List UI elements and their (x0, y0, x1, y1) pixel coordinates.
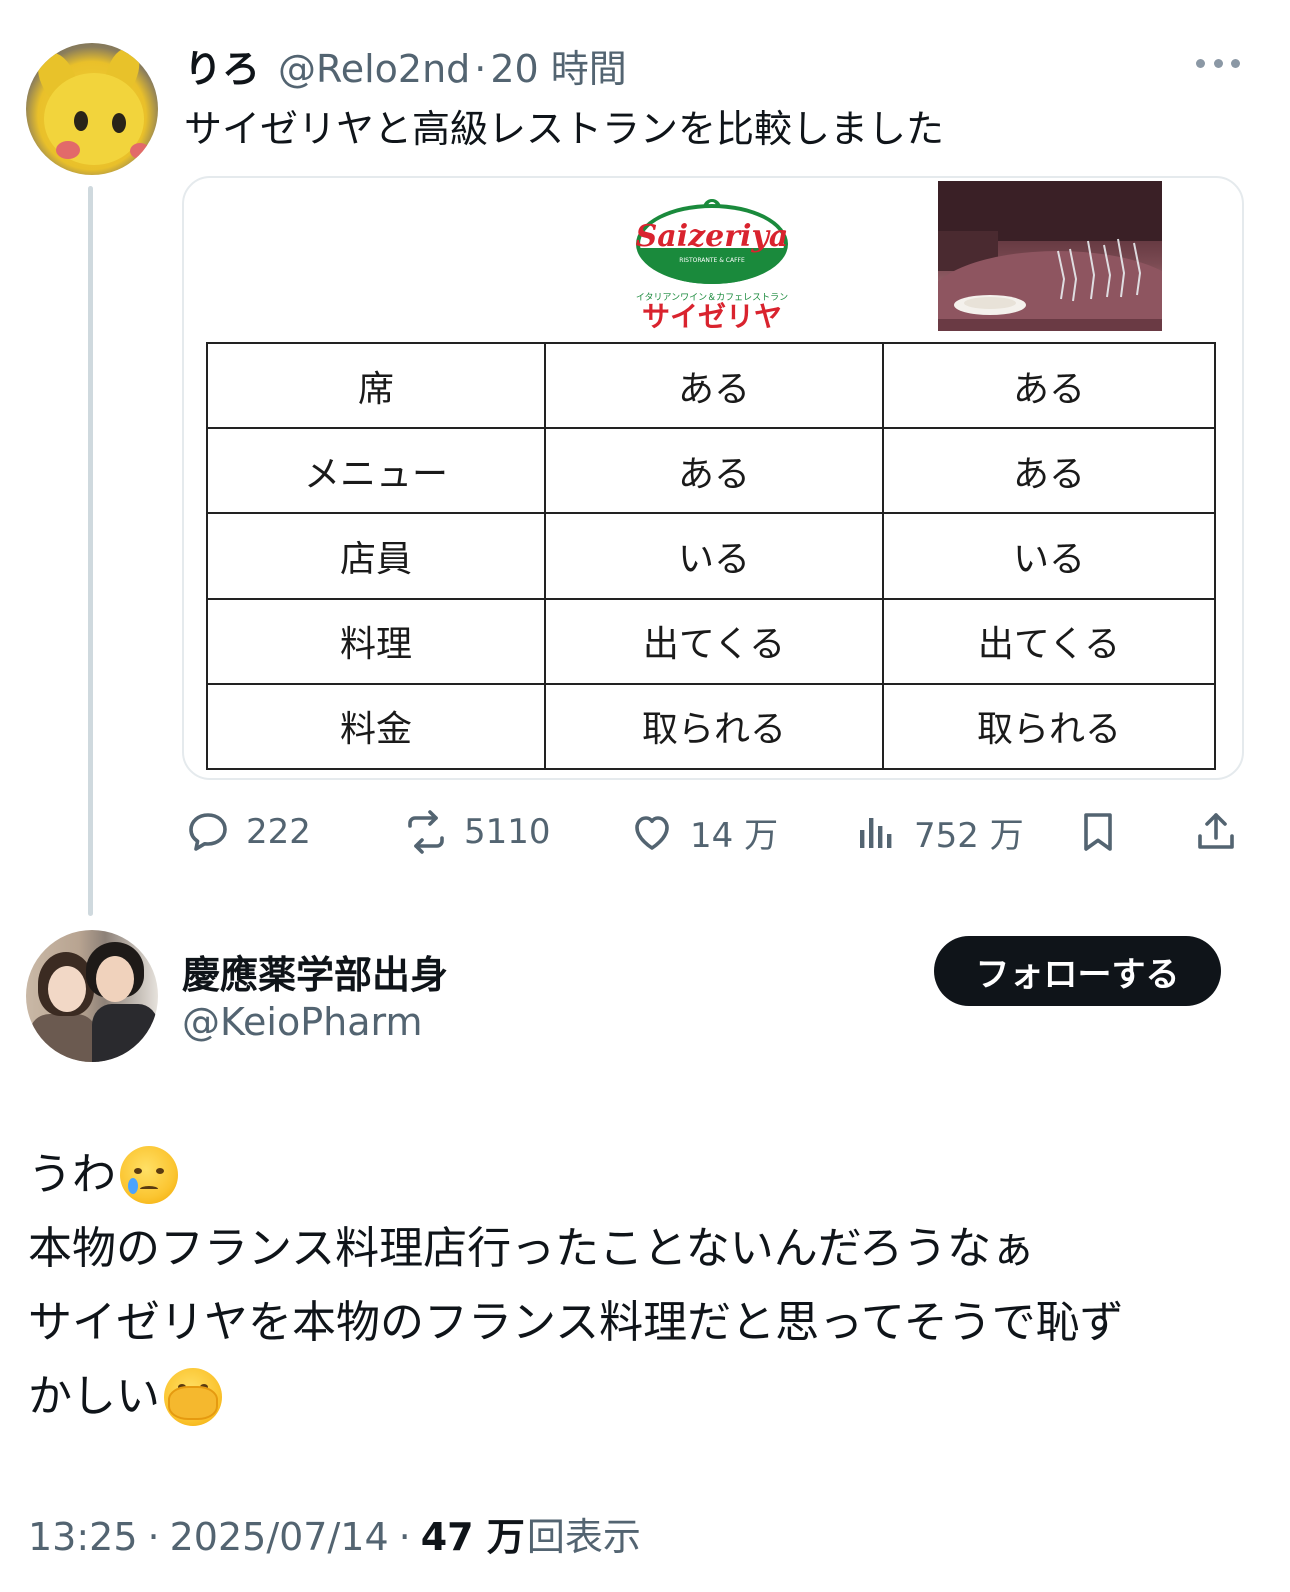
logo-subtitle: RISTORANTE & CAFFE (679, 257, 745, 264)
saizeriya-logo: Saizeriya RISTORANTE & CAFFE イタリアンワイン＆カフ… (636, 199, 789, 331)
parent-header: りろ @Relo2nd · 20 時間 (184, 38, 627, 91)
text-line-content: うわ (28, 1149, 116, 1200)
table-cell: いる (544, 512, 884, 600)
text-line: かしい (28, 1360, 1268, 1434)
table-cell: 料理 (206, 597, 546, 685)
like-count: 14 万 (690, 815, 779, 856)
reply-display-name[interactable]: 慶應薬学部出身 (182, 944, 448, 999)
reply-tweet-text: うわ 本物のフランス料理店行ったことないんだろうなぁ サイゼリヤを本物のフランス… (28, 1138, 1268, 1434)
table-row: 料理 出てくる 出てくる (206, 597, 1216, 685)
text-line: うわ (28, 1138, 1268, 1212)
follow-button[interactable]: フォローする (934, 936, 1221, 1006)
table-cell: ある (544, 427, 884, 515)
table-row: 席 ある ある (206, 341, 1216, 430)
reply-avatar[interactable] (26, 930, 158, 1062)
reply-view-count: 47 万 (420, 1515, 525, 1559)
meta-separator: · (398, 1515, 411, 1559)
action-bar: 222 5110 14 万 752 万 (184, 805, 1244, 859)
bookmark-button[interactable] (1074, 805, 1122, 859)
parent-display-name[interactable]: りろ (184, 38, 260, 93)
repost-icon (408, 810, 444, 854)
comparison-table: 席 ある ある メニュー ある ある 店員 いる いる 料理 出てくる 出てくる… (206, 341, 1216, 771)
table-row: 店員 いる いる (206, 512, 1216, 600)
table-cell: ある (882, 341, 1216, 430)
table-cell: メニュー (206, 427, 546, 515)
table-cell: 出てくる (544, 597, 884, 685)
crying-face-emoji-icon (120, 1146, 178, 1204)
reply-views-label: 回表示 (526, 1515, 641, 1559)
view-count: 752 万 (914, 815, 1024, 856)
parent-handle[interactable]: @Relo2nd (278, 47, 470, 91)
reply-meta: 13:25 · 2025/07/14 · 47 万 回表示 (28, 1506, 641, 1561)
header-separator: · (474, 47, 487, 91)
repost-count: 5110 (464, 812, 551, 852)
text-line-content: 本物のフランス料理店行ったことないんだろうなぁ (28, 1223, 1036, 1274)
reply-date[interactable]: 2025/07/14 (170, 1515, 389, 1559)
table-cell: いる (882, 512, 1216, 600)
reply-count: 222 (246, 812, 311, 852)
table-cell: ある (882, 427, 1216, 515)
text-line: サイゼリヤを本物のフランス料理だと思ってそうで恥ず (28, 1286, 1268, 1360)
repost-button[interactable]: 5110 (402, 805, 551, 859)
hand-over-mouth-emoji-icon (164, 1368, 222, 1426)
table-cell: ある (544, 341, 884, 430)
text-line-content: サイゼリヤを本物のフランス料理だと思ってそうで恥ず (28, 1297, 1124, 1348)
logo-text-jp: サイゼリヤ (642, 300, 782, 331)
like-button[interactable]: 14 万 (628, 805, 778, 859)
table-row: メニュー ある ある (206, 427, 1216, 515)
share-button[interactable] (1192, 805, 1240, 859)
fine-dining-photo (938, 181, 1162, 331)
meta-separator: · (147, 1515, 160, 1559)
thread-line (88, 186, 93, 916)
parent-timestamp[interactable]: 20 時間 (490, 38, 626, 93)
table-cell: 店員 (206, 512, 546, 600)
text-line: 本物のフランス料理店行ったことないんだろうなぁ (28, 1212, 1268, 1286)
table-cell: 取られる (544, 682, 884, 771)
reply-handle[interactable]: @KeioPharm (182, 1000, 422, 1044)
table-cell: 料金 (206, 682, 546, 771)
text-line-content: かしい (28, 1371, 160, 1422)
more-options-icon[interactable] (1196, 55, 1240, 71)
heart-icon (635, 816, 669, 850)
bookmark-icon (1084, 813, 1112, 851)
parent-tweet-text: サイゼリヤと高級レストランを比較しました (184, 107, 945, 151)
reply-button[interactable]: 222 (184, 805, 311, 859)
share-icon (1198, 813, 1234, 849)
table-cell: 出てくる (882, 597, 1216, 685)
tweet-media[interactable]: Saizeriya RISTORANTE & CAFFE イタリアンワイン＆カフ… (182, 176, 1244, 780)
logo-text-en: Saizeriya (636, 219, 789, 254)
table-cell: 取られる (882, 682, 1216, 771)
table-row: 料金 取られる 取られる (206, 682, 1216, 771)
analytics-icon (860, 818, 892, 848)
reply-icon (189, 813, 227, 851)
reply-time[interactable]: 13:25 (28, 1515, 138, 1559)
table-cell: 席 (206, 341, 546, 430)
views-button[interactable]: 752 万 (852, 805, 1024, 859)
parent-avatar[interactable] (26, 43, 158, 175)
